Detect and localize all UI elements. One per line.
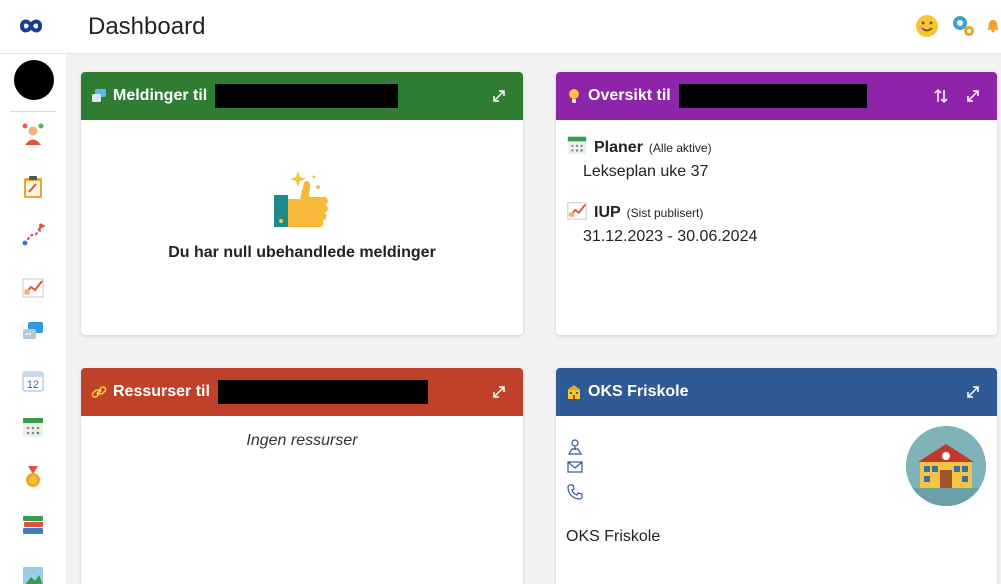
route-icon[interactable] (20, 222, 46, 248)
top-bar: Dashboard (0, 0, 1001, 54)
redacted-name (215, 84, 399, 108)
clipboard-icon[interactable] (20, 174, 46, 200)
resources-empty-text: Ingen ressurser (246, 432, 358, 449)
expand-icon[interactable] (963, 86, 983, 106)
messages-empty-text: Du har null ubehandlede meldinger (168, 244, 436, 261)
school-card: OKS Friskole OKS Friskole (556, 368, 997, 584)
thumbs-up-icon (274, 169, 330, 229)
books-icon[interactable] (20, 512, 46, 538)
iup-subtitle: (Sist publisert) (626, 205, 704, 220)
phone-icon[interactable] (566, 483, 584, 501)
school-building-icon (566, 384, 582, 400)
avatar[interactable] (14, 60, 54, 100)
plans-title: Planer (594, 138, 643, 156)
overview-card-header: Oversikt til (556, 72, 997, 120)
overview-card: Oversikt til Planer (Alle aktive) Leksep… (556, 72, 997, 335)
svg-text:12: 12 (27, 379, 39, 391)
map-pin-icon[interactable] (566, 438, 584, 456)
expand-icon[interactable] (489, 86, 509, 106)
iup-value[interactable]: 31.12.2023 - 30.06.2024 (583, 228, 757, 246)
redacted-name (217, 380, 428, 404)
messages-card-header: Meldinger til (81, 72, 523, 120)
plans-value[interactable]: Lekseplan uke 37 (583, 163, 708, 181)
chart-icon[interactable] (20, 274, 46, 300)
resources-card-header: Ressurser til (81, 368, 523, 416)
overview-card-title: Oversikt til (588, 87, 671, 104)
link-icon (91, 384, 107, 400)
messages-card-title: Meldinger til (113, 87, 208, 104)
iup-row[interactable]: IUP (Sist publisert) (566, 199, 703, 226)
picture-icon[interactable] (20, 562, 46, 584)
chart-icon (566, 199, 588, 226)
messages-card: Meldinger til Du har null ubehandlede me… (81, 72, 523, 335)
expand-icon[interactable] (963, 382, 983, 402)
school-name: OKS Friskole (566, 528, 661, 545)
smiley-icon[interactable] (913, 12, 941, 40)
calendar-12-icon[interactable]: 12 (20, 368, 46, 394)
sidebar-divider (10, 111, 56, 112)
iup-title: IUP (594, 203, 621, 221)
planner-icon (566, 134, 588, 161)
medal-icon[interactable] (20, 464, 46, 490)
school-image (906, 426, 986, 506)
school-card-header: OKS Friskole (556, 368, 997, 416)
chat-icon (91, 88, 107, 104)
page-title: Dashboard (88, 13, 206, 40)
chat-icon[interactable] (20, 318, 46, 344)
mail-icon[interactable] (566, 458, 584, 476)
plans-row[interactable]: Planer (Alle aktive) (566, 134, 712, 161)
redacted-name (678, 84, 867, 108)
plans-subtitle: (Alle aktive) (648, 140, 712, 155)
planner-icon[interactable] (20, 414, 46, 440)
people-icon[interactable] (20, 122, 46, 148)
resources-card-title: Ressurser til (113, 383, 210, 400)
sort-icon[interactable] (931, 86, 951, 106)
lightbulb-icon (566, 88, 582, 104)
gears-icon[interactable] (949, 12, 977, 40)
infinity-logo-icon[interactable] (13, 11, 49, 41)
sidebar: 12 (0, 54, 66, 584)
school-card-title: OKS Friskole (588, 383, 689, 400)
expand-icon[interactable] (489, 382, 509, 402)
bell-icon[interactable] (985, 12, 1001, 40)
resources-card: Ressurser til Ingen ressurser (81, 368, 523, 584)
top-icons (913, 12, 1001, 42)
